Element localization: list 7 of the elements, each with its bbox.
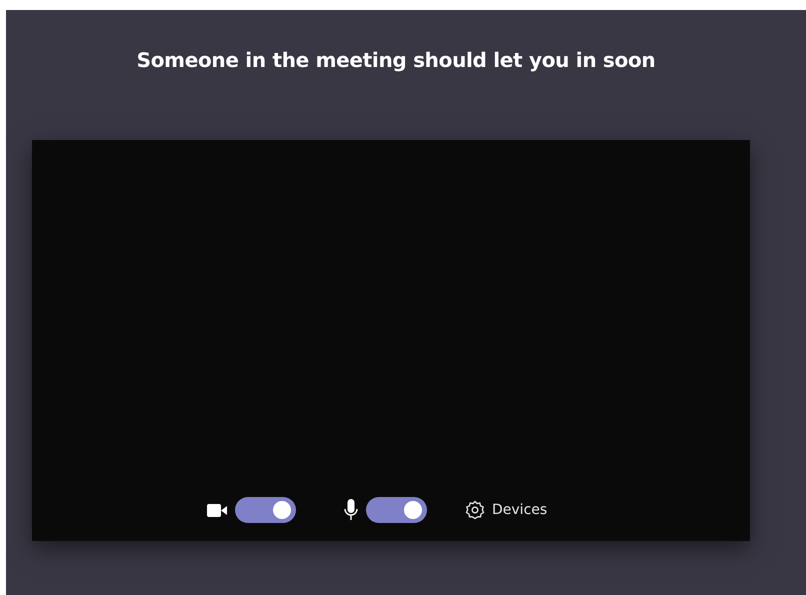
settings-icon	[465, 500, 485, 520]
camera-toggle[interactable]	[235, 497, 296, 523]
microphone-toggle[interactable]	[366, 497, 427, 523]
waiting-message: Someone in the meeting should let you in soon	[136, 47, 656, 74]
video-camera-icon	[207, 504, 227, 516]
devices-button[interactable]: Devices	[465, 500, 548, 520]
microphone-icon	[344, 499, 358, 521]
